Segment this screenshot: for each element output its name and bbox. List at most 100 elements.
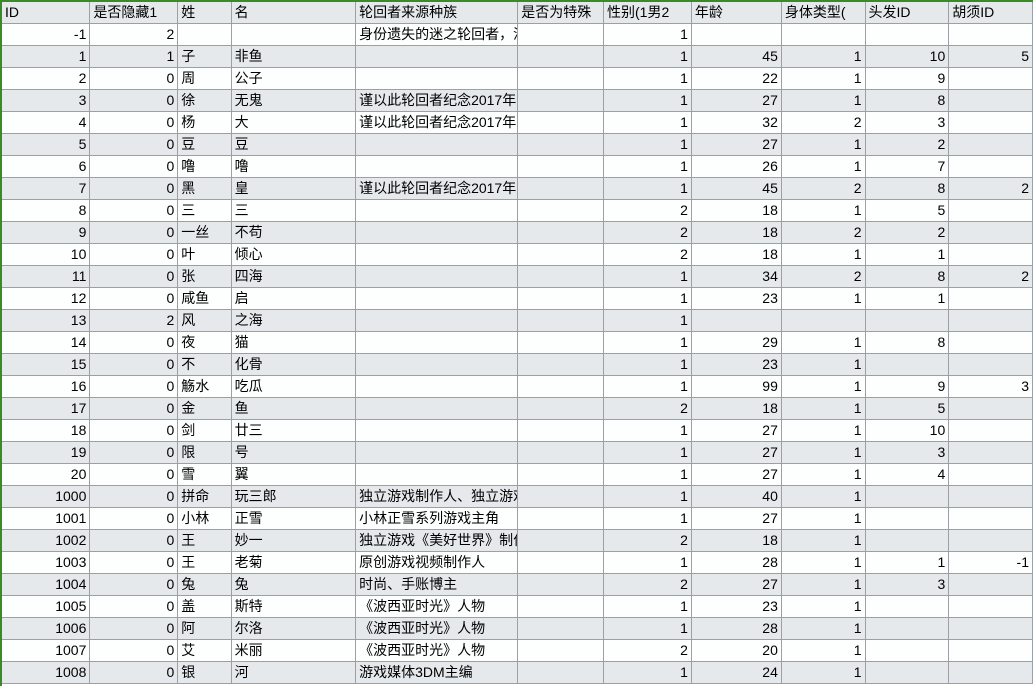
cell[interactable] xyxy=(518,640,604,662)
cell[interactable] xyxy=(691,310,781,332)
cell[interactable]: -1 xyxy=(949,552,1033,574)
cell[interactable]: 鱼 xyxy=(231,398,355,420)
cell[interactable]: 咸鱼 xyxy=(178,288,231,310)
cell[interactable]: 徐 xyxy=(178,90,231,112)
cell[interactable] xyxy=(949,486,1033,508)
cell[interactable]: 兔 xyxy=(178,574,231,596)
cell[interactable]: 3 xyxy=(865,574,949,596)
cell[interactable]: 0 xyxy=(90,596,178,618)
table-row[interactable]: 160觞水吃瓜199193 xyxy=(2,376,1033,398)
cell[interactable]: 谨以此轮回者纪念2017年的春天 xyxy=(356,178,518,200)
cell[interactable] xyxy=(518,24,604,46)
column-header[interactable]: 身体类型( xyxy=(781,2,865,24)
cell[interactable]: 0 xyxy=(90,112,178,134)
table-row[interactable]: 170金鱼21815 xyxy=(2,398,1033,420)
cell[interactable] xyxy=(356,222,518,244)
cell[interactable]: 2 xyxy=(604,398,692,420)
cell[interactable]: 化骨 xyxy=(231,354,355,376)
cell[interactable]: -1 xyxy=(2,24,90,46)
cell[interactable]: 9 xyxy=(2,222,90,244)
cell[interactable]: 4 xyxy=(2,112,90,134)
cell[interactable]: 1 xyxy=(781,618,865,640)
cell[interactable] xyxy=(518,112,604,134)
cell[interactable] xyxy=(518,354,604,376)
cell[interactable]: 29 xyxy=(691,332,781,354)
cell[interactable]: 猫 xyxy=(231,332,355,354)
cell[interactable]: 3 xyxy=(949,376,1033,398)
table-row[interactable]: 140夜猫12918 xyxy=(2,332,1033,354)
cell[interactable]: 子 xyxy=(178,46,231,68)
cell[interactable]: 1 xyxy=(604,156,692,178)
cell[interactable]: 26 xyxy=(691,156,781,178)
cell[interactable] xyxy=(949,24,1033,46)
cell[interactable]: 《波西亚时光》人物 xyxy=(356,640,518,662)
cell[interactable]: 10 xyxy=(2,244,90,266)
cell[interactable] xyxy=(356,156,518,178)
cell[interactable]: 1 xyxy=(781,662,865,684)
cell[interactable]: 老菊 xyxy=(231,552,355,574)
cell[interactable] xyxy=(356,354,518,376)
cell[interactable]: 27 xyxy=(691,574,781,596)
cell[interactable]: 三 xyxy=(231,200,355,222)
cell[interactable]: 18 xyxy=(2,420,90,442)
cell[interactable]: 1 xyxy=(781,464,865,486)
cell[interactable]: 大 xyxy=(231,112,355,134)
cell[interactable] xyxy=(949,398,1033,420)
cell[interactable]: 2 xyxy=(865,222,949,244)
cell[interactable] xyxy=(865,662,949,684)
cell[interactable] xyxy=(865,486,949,508)
cell[interactable]: 谨以此轮回者纪念2017年的春天 xyxy=(356,112,518,134)
cell[interactable]: 1 xyxy=(781,530,865,552)
cell[interactable]: 2 xyxy=(604,530,692,552)
cell[interactable] xyxy=(518,156,604,178)
cell[interactable]: 0 xyxy=(90,662,178,684)
cell[interactable]: 2 xyxy=(949,266,1033,288)
column-header[interactable]: 轮回者来源种族 xyxy=(356,2,518,24)
cell[interactable]: 夜 xyxy=(178,332,231,354)
cell[interactable]: 1 xyxy=(604,552,692,574)
cell[interactable] xyxy=(949,662,1033,684)
cell[interactable]: 1 xyxy=(2,46,90,68)
cell[interactable]: 0 xyxy=(90,266,178,288)
cell[interactable]: 45 xyxy=(691,178,781,200)
table-row[interactable]: 20周公子12219 xyxy=(2,68,1033,90)
cell[interactable]: 0 xyxy=(90,398,178,420)
cell[interactable] xyxy=(949,244,1033,266)
cell[interactable]: 妙一 xyxy=(231,530,355,552)
cell[interactable] xyxy=(949,530,1033,552)
cell[interactable]: 2 xyxy=(90,24,178,46)
cell[interactable]: 1 xyxy=(604,68,692,90)
cell[interactable] xyxy=(781,310,865,332)
cell[interactable] xyxy=(518,574,604,596)
cell[interactable] xyxy=(356,266,518,288)
cell[interactable]: 三 xyxy=(178,200,231,222)
cell[interactable]: 2 xyxy=(781,178,865,200)
table-row[interactable]: 10060阿尔洛《波西亚时光》人物1281 xyxy=(2,618,1033,640)
cell[interactable] xyxy=(356,310,518,332)
cell[interactable] xyxy=(949,640,1033,662)
cell[interactable]: 8 xyxy=(865,90,949,112)
cell[interactable]: 黑 xyxy=(178,178,231,200)
cell[interactable]: 1 xyxy=(781,244,865,266)
table-row[interactable]: 10050盖斯特《波西亚时光》人物1231 xyxy=(2,596,1033,618)
table-row[interactable]: 100叶倾心21811 xyxy=(2,244,1033,266)
cell[interactable] xyxy=(518,398,604,420)
table-row[interactable]: 200雪翼12714 xyxy=(2,464,1033,486)
cell[interactable]: 27 xyxy=(691,508,781,530)
column-header[interactable]: 胡须ID xyxy=(949,2,1033,24)
cell[interactable] xyxy=(949,464,1033,486)
cell[interactable]: 河 xyxy=(231,662,355,684)
cell[interactable] xyxy=(518,442,604,464)
cell[interactable] xyxy=(178,24,231,46)
cell[interactable]: 0 xyxy=(90,134,178,156)
cell[interactable] xyxy=(231,24,355,46)
table-row[interactable]: 150不化骨1231 xyxy=(2,354,1033,376)
cell[interactable]: 《波西亚时光》人物 xyxy=(356,618,518,640)
cell[interactable] xyxy=(518,90,604,112)
cell[interactable] xyxy=(781,24,865,46)
cell[interactable]: 2 xyxy=(949,178,1033,200)
cell[interactable] xyxy=(949,332,1033,354)
cell[interactable]: 雪 xyxy=(178,464,231,486)
cell[interactable]: 小林正雪系列游戏主角 xyxy=(356,508,518,530)
cell[interactable] xyxy=(865,596,949,618)
